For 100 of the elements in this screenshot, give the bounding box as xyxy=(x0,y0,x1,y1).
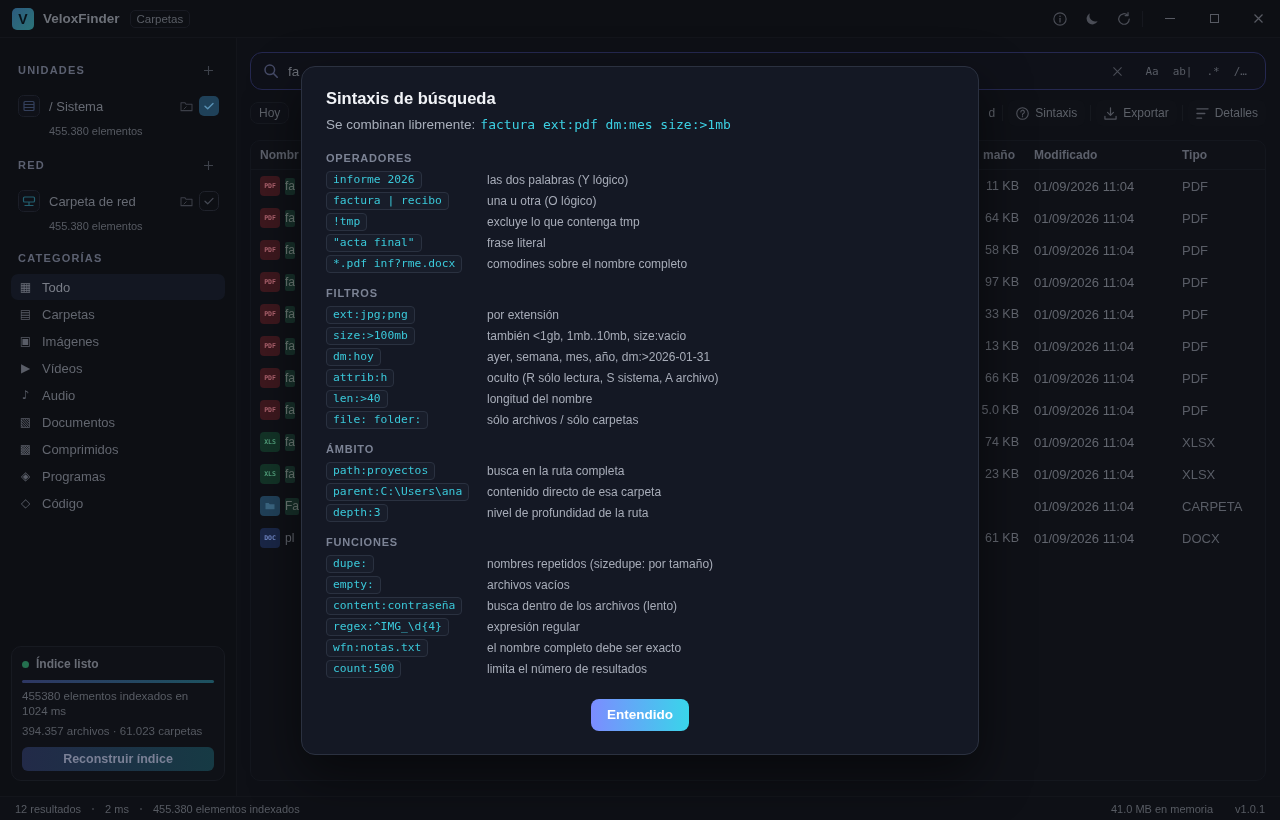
close-icon[interactable] xyxy=(1253,14,1263,23)
syntax-description: una u otra (O lógico) xyxy=(487,192,598,209)
clear-icon[interactable] xyxy=(1113,66,1123,76)
add-icon[interactable] xyxy=(204,160,213,170)
file-name: fa xyxy=(285,177,295,195)
file-type: PDF xyxy=(1182,210,1209,226)
file-name: Fa xyxy=(285,497,299,515)
refresh-icon[interactable] xyxy=(1117,11,1131,26)
category-item[interactable]: ▩ Comprimidos xyxy=(11,436,225,462)
syntax-example: path:proyectos xyxy=(326,461,436,480)
search-option-toggle[interactable]: .* xyxy=(1201,62,1225,80)
status-text: 41.0 MB en memoria xyxy=(1110,802,1214,815)
syntax-example: informe 2026 xyxy=(326,170,422,189)
section-heading: ÁMBITO xyxy=(326,441,375,456)
category-item[interactable]: ◇ Código xyxy=(11,490,225,516)
checkbox[interactable] xyxy=(199,96,219,116)
file-type: PDF xyxy=(1182,306,1209,322)
modified-date: 01/09/2026 11:04 xyxy=(1034,498,1136,514)
column-header[interactable]: Modificado xyxy=(1034,148,1182,162)
syntax-description: oculto (R sólo lectura, S sistema, A archivo) xyxy=(487,369,720,386)
syntax-example: file: folder: xyxy=(326,410,429,429)
syntax-description: busca dentro de los archivos (lento) xyxy=(487,597,679,614)
diamond-outline-icon: ◇ xyxy=(19,496,32,510)
file-size: 97 KB xyxy=(983,275,1020,289)
syntax-description: longitud del nombre xyxy=(487,390,594,407)
lines-icon xyxy=(1195,106,1209,120)
filter-chip[interactable]: Hoy xyxy=(250,102,290,124)
search-option-toggle[interactable]: ab| xyxy=(1167,62,1198,80)
filter-chip[interactable]: d xyxy=(988,102,996,124)
category-item[interactable]: ▣ Imágenes xyxy=(11,328,225,354)
download-icon xyxy=(1104,106,1118,120)
modified-date: 01/09/2026 11:04 xyxy=(1034,466,1136,482)
confirm-button[interactable]: Entendido xyxy=(591,698,689,731)
file-type: DOCX xyxy=(1182,530,1221,546)
section-heading: CATEGORÍAS xyxy=(18,252,103,264)
section-heading: FUNCIONES xyxy=(326,534,399,549)
search-option-toggle[interactable]: Aa xyxy=(1140,62,1164,80)
file-size: 58 KB xyxy=(983,243,1020,257)
modified-date: 01/09/2026 11:04 xyxy=(1034,210,1136,226)
category-item[interactable]: ▤ Carpetas xyxy=(11,301,225,327)
info-icon[interactable] xyxy=(1053,11,1067,26)
app-name: VeloxFinder xyxy=(43,11,120,26)
drive-name[interactable]: Carpeta de red xyxy=(49,193,180,209)
index-summary: 455380 elementos indexados en 1024 ms xyxy=(22,689,190,719)
file-type: PDF xyxy=(1182,402,1209,418)
app-logo: V xyxy=(12,7,34,30)
section-heading: OPERADORES xyxy=(326,150,414,165)
index-counts: 394.357 archivos · 61.023 carpetas xyxy=(22,724,204,739)
modified-date: 01/09/2026 11:04 xyxy=(1034,402,1136,418)
item-count: 455.380 elementos xyxy=(49,125,143,137)
syntax-example: parent:C:\Users\ana xyxy=(326,482,470,501)
modified-date: 01/09/2026 11:04 xyxy=(1034,434,1136,450)
file-name: fa xyxy=(285,209,295,227)
index-status-title: Índice listo xyxy=(36,657,99,671)
syntax-description: archivos vacíos xyxy=(487,576,571,593)
modified-date: 01/09/2026 11:04 xyxy=(1034,306,1136,322)
grid-icon: ▦ xyxy=(19,280,32,294)
drive-name[interactable]: / Sistema xyxy=(49,98,180,114)
category-item[interactable]: ◈ Programas xyxy=(11,463,225,489)
checkbox[interactable] xyxy=(199,191,219,211)
file-size: 5.0 KB xyxy=(980,403,1020,417)
folder-icon xyxy=(260,496,280,516)
section-heading: FILTROS xyxy=(326,285,379,300)
status-text: 455.380 elementos indexados xyxy=(152,802,300,815)
file-name: fa xyxy=(285,369,295,387)
category-item[interactable]: ▦ Todo xyxy=(11,274,225,300)
syntax-example: "acta final" xyxy=(326,233,422,252)
file-name: fa xyxy=(285,337,295,355)
folder-icon[interactable] xyxy=(180,100,193,112)
moon-icon[interactable] xyxy=(1085,11,1099,26)
syntax-description: por extensión xyxy=(487,306,561,323)
category-item[interactable]: ▶ Vídeos xyxy=(11,355,225,381)
syntax-description: limita el número de resultados xyxy=(487,660,649,677)
file-size: 11 KB xyxy=(984,179,1020,193)
status-text: v1.0.1 xyxy=(1235,802,1265,815)
rebuild-index-button[interactable]: Reconstruir índice xyxy=(22,747,214,771)
search-option-toggle[interactable]: /… xyxy=(1228,62,1252,80)
add-icon[interactable] xyxy=(204,65,213,75)
section-heading: RED xyxy=(18,159,45,171)
syntax-example: content:contraseña xyxy=(326,596,463,615)
syntax-example: empty: xyxy=(326,575,381,594)
file-name: fa xyxy=(285,465,295,483)
category-item[interactable]: ▧ Documentos xyxy=(11,409,225,435)
folder-icon[interactable] xyxy=(180,195,193,207)
file-size: 66 KB xyxy=(983,371,1020,385)
column-header[interactable]: Tipo xyxy=(1182,148,1254,162)
network-drive-icon xyxy=(18,190,40,212)
category-item[interactable]: ♪ Audio xyxy=(11,382,225,408)
file-size: 64 KB xyxy=(983,211,1020,225)
file-type: PDF xyxy=(1182,370,1209,386)
file-type: CARPETA xyxy=(1182,498,1244,514)
syntax-description: frase literal xyxy=(487,234,547,251)
modified-date: 01/09/2026 11:04 xyxy=(1034,178,1136,194)
file-name: fa xyxy=(285,305,295,323)
drive-icon xyxy=(18,95,40,117)
syntax-example: *.pdf inf?rme.docx xyxy=(326,254,463,273)
maximize-icon[interactable] xyxy=(1209,14,1219,23)
scope-badge: Carpetas xyxy=(129,9,191,28)
file-size: 13 KB xyxy=(983,339,1020,353)
syntax-example: dm:hoy xyxy=(326,347,381,366)
